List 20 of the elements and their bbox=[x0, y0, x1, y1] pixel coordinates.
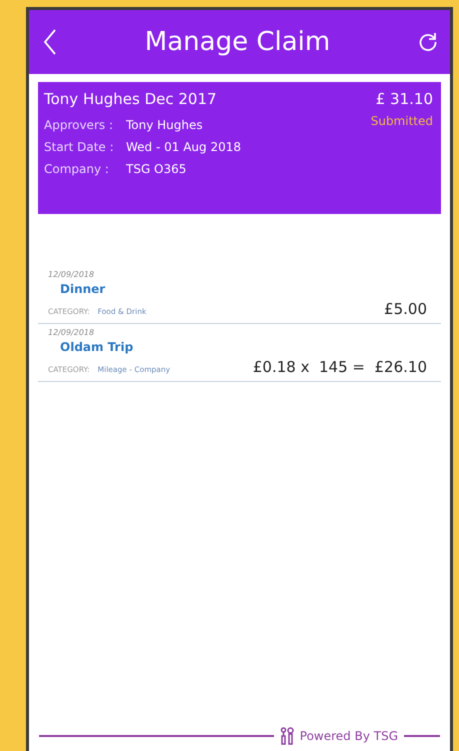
page-title: Manage Claim bbox=[144, 27, 330, 57]
powered-by-text: Powered By TSG bbox=[300, 729, 398, 743]
expense-date: 12/09/2018 bbox=[48, 270, 96, 279]
refresh-icon[interactable] bbox=[418, 32, 438, 52]
expense-title: Oldam Trip bbox=[60, 340, 134, 354]
field-label: Approvers : bbox=[44, 118, 114, 132]
expense-title: Dinner bbox=[60, 282, 106, 296]
field-value: Tony Hughes bbox=[126, 118, 203, 132]
claim-status: Submitted bbox=[370, 114, 433, 128]
field-value: TSG O365 bbox=[126, 162, 186, 176]
field-label: Start Date : bbox=[44, 140, 115, 154]
claim-name: Tony Hughes Dec 2017 bbox=[44, 90, 218, 108]
expense-amount: £0.18 x 145 = £26.10 bbox=[252, 358, 427, 376]
expense-date: 12/09/2018 bbox=[48, 328, 96, 337]
claim-amount: £ 31.10 bbox=[374, 90, 433, 108]
field-value: Wed - 01 Aug 2018 bbox=[126, 140, 241, 154]
field-label: Company : bbox=[44, 162, 110, 176]
back-icon[interactable] bbox=[43, 28, 57, 56]
expense-amount: £5.00 bbox=[384, 300, 427, 318]
tools-icon bbox=[280, 727, 294, 745]
